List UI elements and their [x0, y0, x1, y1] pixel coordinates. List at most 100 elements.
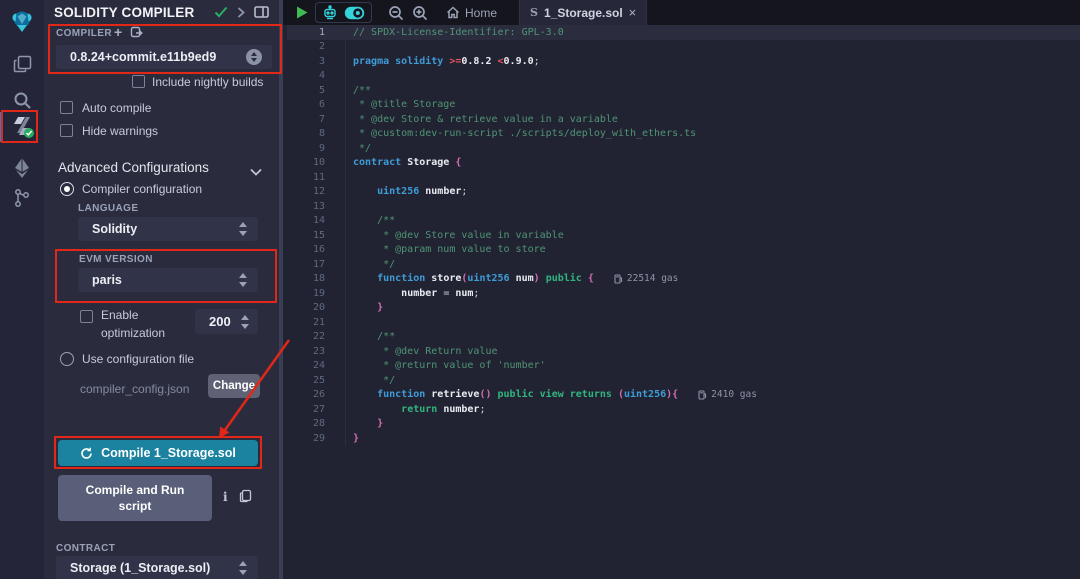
code-line-15[interactable]: 15 * @dev Store value in variable [287, 228, 1080, 243]
copy-icon[interactable] [239, 489, 252, 508]
contract-select[interactable]: Storage (1_Storage.sol) [56, 556, 258, 579]
solidity-compiler-panel: SOLIDITY COMPILER COMPILER 0.8.24+commit… [44, 0, 283, 579]
code-line-13[interactable]: 13 [287, 199, 1080, 214]
close-tab-icon[interactable] [629, 6, 637, 19]
code-text: number = num; [345, 286, 479, 301]
copilot-toggle-icon[interactable] [344, 0, 365, 25]
info-icon[interactable] [223, 490, 228, 504]
home-tab[interactable]: Home [446, 6, 497, 20]
config-file-name: compiler_config.json [80, 382, 189, 396]
code-text: pragma solidity >=0.8.2 <0.9.0; [345, 54, 540, 69]
solidity-compiler-icon[interactable] [0, 112, 44, 142]
code-line-23[interactable]: 23 * @dev Return value [287, 344, 1080, 359]
code-line-4[interactable]: 4 [287, 69, 1080, 84]
code-line-6[interactable]: 6 * @title Storage [287, 98, 1080, 113]
git-icon[interactable] [0, 182, 44, 214]
include-nightly-checkbox[interactable] [132, 75, 145, 88]
contract-stepper-icon [239, 561, 248, 575]
gas-estimate-badge: 22514 gas [614, 273, 678, 284]
code-line-17[interactable]: 17 */ [287, 257, 1080, 272]
file-explorer-icon[interactable] [0, 48, 44, 80]
code-line-16[interactable]: 16 * @param num value to store [287, 243, 1080, 258]
code-line-14[interactable]: 14 /** [287, 214, 1080, 229]
change-config-button[interactable]: Change [208, 374, 260, 398]
code-text: function retrieve() public view returns … [345, 388, 757, 403]
auto-compile-checkbox[interactable] [60, 101, 73, 114]
code-line-10[interactable]: 10contract Storage { [287, 156, 1080, 171]
file-tab-label: 1_Storage.sol [544, 6, 623, 20]
evm-stepper-icon [239, 273, 248, 287]
line-number: 5 [287, 85, 345, 96]
language-value: Solidity [92, 222, 239, 236]
evm-version-select[interactable]: paris [78, 268, 258, 292]
file-tab-storage[interactable]: 1_Storage.sol [519, 0, 647, 25]
enable-optimization-checkbox[interactable] [80, 310, 93, 323]
line-number: 13 [287, 201, 345, 212]
chevron-right-icon[interactable] [237, 7, 245, 18]
pin-panel-icon[interactable] [254, 6, 269, 18]
zoom-in-icon[interactable] [412, 0, 428, 25]
code-line-22[interactable]: 22 /** [287, 330, 1080, 345]
compiler-version-value: 0.8.24+commit.e11b9ed9 [70, 50, 246, 64]
code-line-21[interactable]: 21 [287, 315, 1080, 330]
code-text: * @return value of 'number' [345, 359, 546, 374]
code-text: * @dev Return value [345, 344, 498, 359]
code-line-28[interactable]: 28 } [287, 417, 1080, 432]
compiler-version-select[interactable]: 0.8.24+commit.e11b9ed9 [56, 45, 272, 69]
line-number: 4 [287, 70, 345, 81]
compiler-configuration-label: Compiler configuration [82, 182, 202, 196]
code-line-24[interactable]: 24 * @return value of 'number' [287, 359, 1080, 374]
code-text: // SPDX-License-Identifier: GPL-3.0 [345, 25, 564, 40]
chevron-down-icon[interactable] [250, 163, 262, 181]
use-configuration-file-radio[interactable] [60, 352, 74, 366]
code-line-1[interactable]: 1// SPDX-License-Identifier: GPL-3.0 [287, 25, 1080, 40]
hide-warnings-checkbox[interactable] [60, 124, 73, 137]
code-text: /** [345, 214, 395, 229]
compiler-configuration-radio[interactable] [60, 182, 74, 196]
code-line-12[interactable]: 12 uint256 number; [287, 185, 1080, 200]
code-line-3[interactable]: 3pragma solidity >=0.8.2 <0.9.0; [287, 54, 1080, 69]
run-script-play-icon[interactable] [295, 0, 309, 25]
line-number: 24 [287, 360, 345, 371]
code-text [345, 40, 353, 55]
code-line-20[interactable]: 20 } [287, 301, 1080, 316]
solidity-file-icon [530, 6, 538, 19]
code-line-29[interactable]: 29} [287, 431, 1080, 446]
reload-compiler-icon[interactable] [130, 26, 143, 44]
compile-button[interactable]: Compile 1_Storage.sol [58, 440, 258, 466]
enable-optimization-label: Enable optimization [101, 306, 191, 342]
line-number: 18 [287, 273, 345, 284]
advanced-configurations-title[interactable]: Advanced Configurations [58, 160, 209, 175]
language-label: LANGUAGE [78, 203, 138, 214]
add-compiler-icon[interactable] [114, 24, 122, 40]
optimization-runs-input[interactable]: 200 [195, 309, 258, 334]
line-number: 16 [287, 244, 345, 255]
code-line-19[interactable]: 19 number = num; [287, 286, 1080, 301]
code-line-18[interactable]: 18 function store(uint256 num) public {2… [287, 272, 1080, 287]
code-line-26[interactable]: 26 function retrieve() public view retur… [287, 388, 1080, 403]
code-line-27[interactable]: 27 return number; [287, 402, 1080, 417]
code-editor[interactable]: 1// SPDX-License-Identifier: GPL-3.023pr… [287, 25, 1080, 579]
line-number: 28 [287, 418, 345, 429]
line-number: 21 [287, 317, 345, 328]
code-line-5[interactable]: 5/** [287, 83, 1080, 98]
line-number: 17 [287, 259, 345, 270]
version-stepper-icon [246, 49, 262, 65]
code-line-8[interactable]: 8 * @custom:dev-run-script ./scripts/dep… [287, 127, 1080, 142]
code-line-25[interactable]: 25 */ [287, 373, 1080, 388]
code-line-2[interactable]: 2 [287, 40, 1080, 55]
ai-robot-icon[interactable] [322, 0, 338, 25]
zoom-out-icon[interactable] [388, 0, 404, 25]
compile-and-run-button[interactable]: Compile and Run script [58, 475, 212, 521]
home-icon [446, 6, 460, 19]
code-line-7[interactable]: 7 * @dev Store & retrieve value in a var… [287, 112, 1080, 127]
language-select[interactable]: Solidity [78, 217, 258, 241]
line-number: 12 [287, 186, 345, 197]
line-number: 20 [287, 302, 345, 313]
remix-ide-window: SOLIDITY COMPILER COMPILER 0.8.24+commit… [0, 0, 1080, 579]
line-number: 23 [287, 346, 345, 357]
deploy-run-icon[interactable] [0, 152, 44, 184]
code-line-11[interactable]: 11 [287, 170, 1080, 185]
code-line-9[interactable]: 9 */ [287, 141, 1080, 156]
remix-logo[interactable] [0, 4, 44, 38]
